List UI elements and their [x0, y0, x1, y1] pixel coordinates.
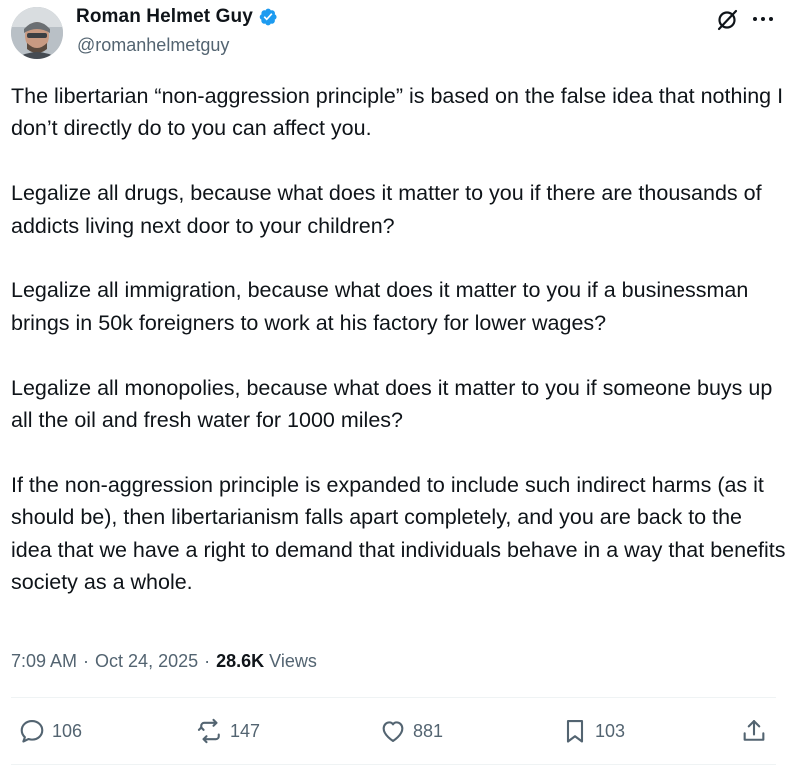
reply-icon	[20, 720, 44, 743]
tweet-header: Roman Helmet Guy @romanhelmetguy	[0, 0, 802, 72]
reply-count: 106	[52, 720, 83, 741]
like-button[interactable]: 881	[379, 717, 443, 745]
like-count: 881	[413, 720, 444, 741]
bookmark-button[interactable]: 103	[561, 717, 625, 745]
tweet-paragraph: Legalize all monopolies, because what do…	[11, 375, 779, 433]
author-handle[interactable]: @romanhelmetguy	[77, 35, 229, 56]
tweet-metadata: 7:09 AM · Oct 24, 2025 · 28.6K Views	[11, 651, 317, 672]
more-icon[interactable]	[750, 6, 776, 32]
tweet-paragraph: The libertarian “non-aggression principl…	[11, 84, 790, 141]
tweet-time[interactable]: 7:09 AM	[11, 651, 77, 672]
author-display-name[interactable]: Roman Helmet Guy	[76, 6, 253, 28]
views-count[interactable]: 28.6K	[216, 651, 264, 672]
reply-button[interactable]: 106	[18, 717, 82, 745]
views-label: Views	[269, 651, 317, 671]
grok-icon[interactable]	[713, 6, 741, 34]
divider	[11, 764, 776, 765]
tweet-paragraph: If the non-aggression principle is expan…	[11, 472, 792, 595]
repost-icon	[197, 718, 220, 744]
tweet-paragraph: Legalize all immigration, because what d…	[11, 278, 755, 335]
meta-separator: ·	[83, 651, 90, 671]
divider	[11, 697, 776, 698]
share-button[interactable]	[740, 717, 768, 745]
repost-button[interactable]: 147	[196, 717, 260, 745]
repost-count: 147	[230, 720, 261, 741]
meta-separator: ·	[204, 651, 211, 671]
share-icon	[743, 720, 765, 741]
author-name-row: Roman Helmet Guy	[76, 6, 278, 28]
tweet-paragraph: Legalize all drugs, because what does it…	[11, 181, 768, 238]
tweet-text: The libertarian “non-aggression principl…	[11, 80, 786, 598]
bookmark-icon	[566, 720, 584, 743]
tweet-date[interactable]: Oct 24, 2025	[95, 651, 198, 672]
tweet-actions-bar: 106 147 881 103	[0, 708, 802, 756]
heart-icon	[382, 721, 404, 742]
verified-badge-icon[interactable]	[258, 7, 278, 27]
bookmark-count: 103	[595, 720, 626, 741]
avatar[interactable]	[11, 7, 63, 59]
